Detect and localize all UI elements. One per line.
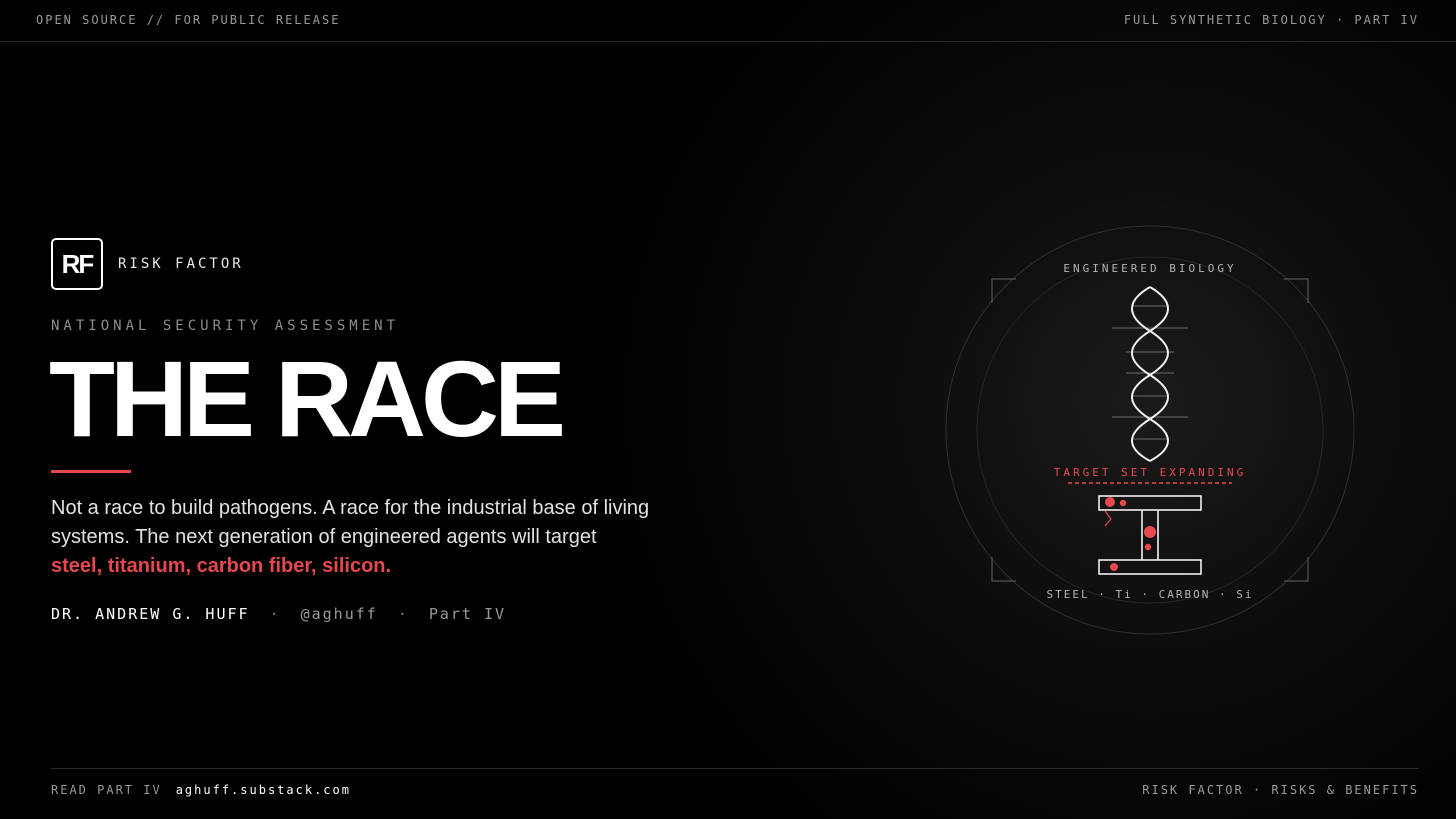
byline-separator: · xyxy=(269,605,281,623)
i-beam-icon xyxy=(1098,495,1202,575)
author-handle[interactable]: @aghuff xyxy=(301,605,378,623)
inner-ring xyxy=(976,256,1324,604)
engineered-biology-graphic: ENGINEERED BIOLOGY TARGET SET EXPANDING … xyxy=(930,215,1370,650)
graphic-frame xyxy=(945,225,1355,635)
byline-separator: · xyxy=(397,605,409,623)
graphic-mid-label: TARGET SET EXPANDING xyxy=(1053,466,1247,479)
bottom-bar: READ PART IV aghuff.substack.com RISK FAC… xyxy=(51,768,1419,819)
kicker: NATIONAL SECURITY ASSESSMENT xyxy=(51,318,400,334)
top-bar: OPEN SOURCE // FOR PUBLIC RELEASE FULL S… xyxy=(0,0,1456,42)
author-name: DR. ANDREW G. HUFF xyxy=(51,605,250,623)
cta-label: READ PART IV xyxy=(51,783,162,797)
read-cta: READ PART IV aghuff.substack.com xyxy=(51,783,351,797)
substack-link[interactable]: aghuff.substack.com xyxy=(176,783,351,797)
graphic-bottom-label: STEEL · Ti · CARBON · Si xyxy=(1046,588,1254,601)
dna-helix-icon xyxy=(1112,286,1188,462)
part-label: Part IV xyxy=(428,605,507,623)
accent-divider xyxy=(51,470,131,473)
release-label: OPEN SOURCE // FOR PUBLIC RELEASE xyxy=(36,13,341,27)
graphic-top-label: ENGINEERED BIOLOGY xyxy=(1063,262,1237,275)
footer-tagline: RISK FACTOR · RISKS & BENEFITS xyxy=(1142,783,1419,797)
brand-name: RISK FACTOR xyxy=(118,256,244,272)
brand-logo: RF xyxy=(51,238,103,290)
lede-highlight: steel, titanium, carbon fiber, silicon. xyxy=(51,555,392,577)
byline: DR. ANDREW G. HUFF · @aghuff · Part IV xyxy=(51,605,506,623)
lede-text: Not a race to build pathogens. A race fo… xyxy=(51,497,650,548)
series-label: FULL SYNTHETIC BIOLOGY · PART IV xyxy=(1123,13,1419,27)
lede: Not a race to build pathogens. A race fo… xyxy=(51,494,651,581)
page-title: THE RACE xyxy=(49,338,566,459)
brand: RF RISK FACTOR xyxy=(51,238,244,290)
